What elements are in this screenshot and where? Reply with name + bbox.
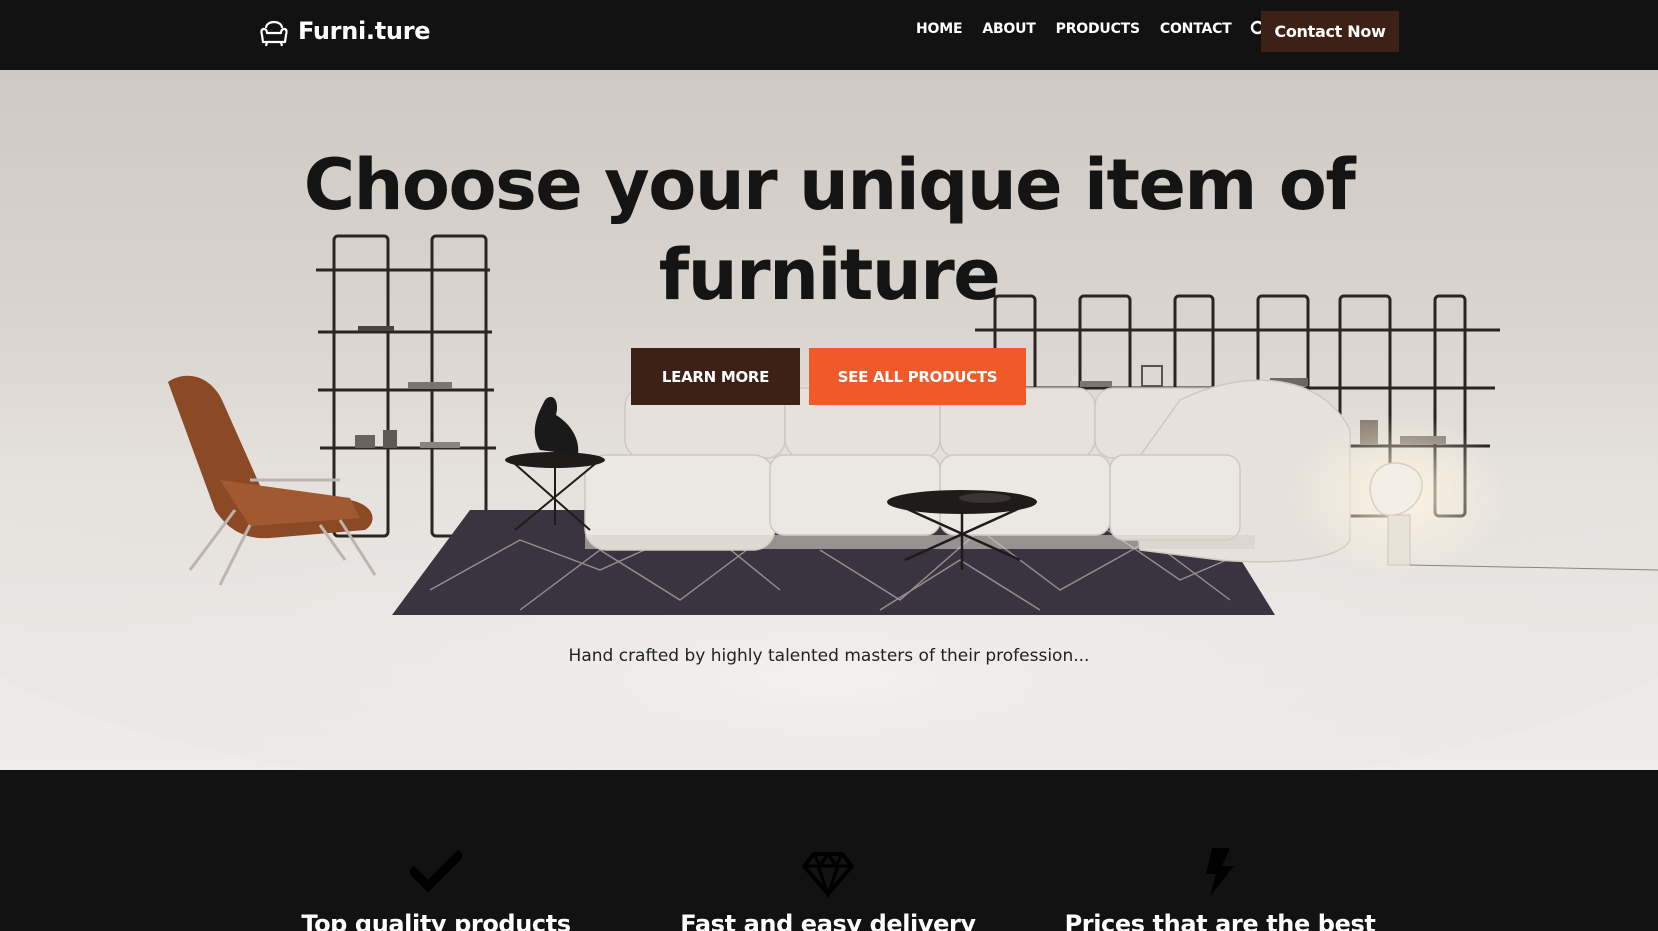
hero-title: Choose your unique item of furniture: [303, 144, 1356, 316]
main-nav: HOME ABOUT PRODUCTS CONTACT: [916, 20, 1268, 38]
features-section: Top quality products Fast and easy deliv…: [0, 770, 1658, 931]
hero-section: Choose your unique item of furniture LEA…: [0, 70, 1658, 770]
navbar: Furni.ture HOME ABOUT PRODUCTS CONTACT C…: [0, 0, 1658, 70]
nav-products[interactable]: PRODUCTS: [1056, 21, 1140, 37]
feature-title: Prices that are the best: [1064, 910, 1376, 931]
feature-title: Top quality products: [301, 910, 571, 931]
bolt-icon: [1206, 848, 1234, 896]
hero-subtitle: Hand crafted by highly talented masters …: [568, 646, 1090, 666]
feature-title: Fast and easy delivery: [680, 910, 976, 931]
sectional-sofa: [584, 379, 1351, 563]
brand-logo[interactable]: Furni.ture: [258, 14, 431, 48]
contact-now-button[interactable]: Contact Now: [1261, 11, 1399, 52]
learn-more-button[interactable]: LEARN MORE: [631, 348, 800, 405]
hero-buttons: LEARN MORE SEE ALL PRODUCTS: [631, 348, 1026, 405]
armchair-icon: [260, 20, 288, 47]
diamond-icon: [802, 851, 854, 898]
nav-home[interactable]: HOME: [916, 21, 963, 37]
see-all-products-button[interactable]: SEE ALL PRODUCTS: [809, 348, 1026, 405]
brand-name: Furni.ture: [298, 17, 431, 45]
check-icon: [410, 849, 462, 893]
nav-about[interactable]: ABOUT: [982, 21, 1036, 37]
nav-contact[interactable]: CONTACT: [1160, 21, 1232, 37]
